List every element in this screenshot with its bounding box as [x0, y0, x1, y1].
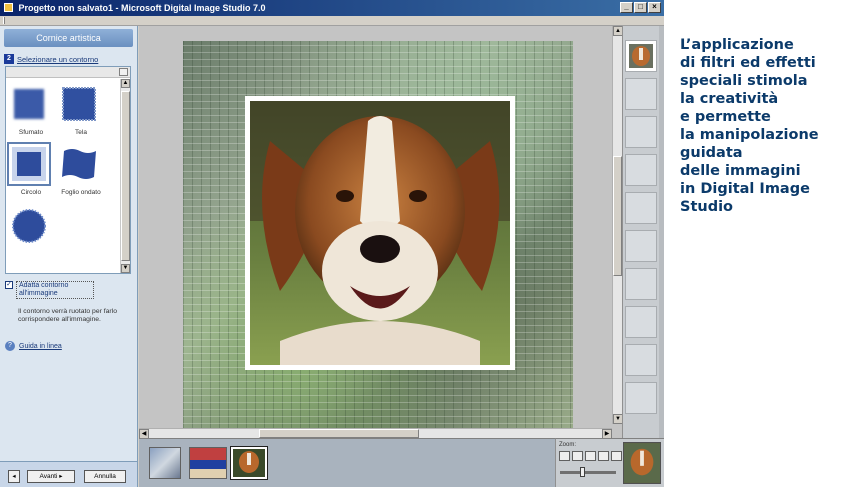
- image-canvas[interactable]: ▲ ▼ ◀ ▶: [139, 26, 623, 439]
- empty-slot[interactable]: [625, 268, 657, 300]
- zoom-fit-icon[interactable]: [559, 451, 570, 461]
- zoom-actual-icon[interactable]: [611, 451, 622, 461]
- menu-bar: [0, 16, 664, 26]
- canvas-edge-icon: [62, 87, 96, 121]
- film-thumbnail[interactable]: [189, 447, 227, 479]
- step-label[interactable]: Selezionare un contorno: [17, 55, 98, 64]
- help-icon: ?: [5, 341, 15, 351]
- caption-line: e permette: [680, 109, 771, 125]
- zoom-width-icon[interactable]: [598, 451, 609, 461]
- fit-edge-checkbox[interactable]: ✓: [5, 281, 13, 289]
- edge-shape-list[interactable]: Sfumato Tela Circolo Foglio ondato ▲ ▼: [5, 66, 131, 274]
- starburst-edge-icon: [12, 209, 46, 243]
- cancel-button[interactable]: Annulla: [84, 470, 126, 483]
- task-panel: Cornice artistica 2 Selezionare un conto…: [0, 26, 138, 487]
- film-thumbnail-selected[interactable]: [230, 446, 268, 480]
- shape-option-starburst[interactable]: [10, 207, 52, 259]
- shape-option-foglio-ondato[interactable]: Foglio ondato: [60, 145, 102, 197]
- canvas-vertical-scrollbar[interactable]: ▲ ▼: [612, 26, 623, 424]
- task-panel-header: Cornice artistica: [4, 29, 133, 47]
- framed-image[interactable]: [183, 41, 573, 431]
- object-strip-scrollbar[interactable]: [659, 26, 664, 438]
- shape-label: Circolo: [20, 189, 42, 196]
- empty-slot[interactable]: [625, 78, 657, 110]
- dog-thumbnail-icon: [624, 443, 660, 483]
- zoom-label: Zoom:: [559, 442, 577, 448]
- blur-edge-icon: [14, 89, 44, 119]
- zoom-slider-knob[interactable]: [580, 467, 585, 477]
- object-thumbnail[interactable]: [625, 40, 657, 72]
- toolbar-grip-icon[interactable]: [3, 17, 5, 24]
- maximize-button[interactable]: □: [634, 2, 647, 13]
- minimize-button[interactable]: _: [620, 2, 633, 13]
- basset-hound-photo: [250, 101, 510, 365]
- empty-slot[interactable]: [625, 154, 657, 186]
- dog-thumbnail-icon: [629, 44, 653, 68]
- empty-slot[interactable]: [625, 306, 657, 338]
- help-label[interactable]: Guida in linea: [19, 343, 62, 350]
- zoom-preview[interactable]: [623, 442, 661, 484]
- step-number-badge: 2: [4, 54, 14, 64]
- caption-line: in Digital Image: [680, 181, 810, 197]
- zoom-in-icon[interactable]: [572, 451, 583, 461]
- help-link[interactable]: ? Guida in linea: [5, 341, 62, 351]
- scroll-thumb[interactable]: [121, 91, 130, 261]
- shape-option-tela[interactable]: Tela: [60, 85, 102, 137]
- next-button[interactable]: Avanti ▸: [27, 470, 75, 483]
- shape-label: Tela: [75, 129, 87, 136]
- photo-inner-border: [245, 96, 515, 370]
- shape-option-sfumato[interactable]: Sfumato: [10, 85, 52, 137]
- caption-line: delle immagini: [680, 163, 801, 179]
- shape-option-circolo[interactable]: Circolo: [7, 142, 52, 197]
- title-bar[interactable]: Progetto non salvato1 - Microsoft Digita…: [0, 0, 664, 16]
- empty-slot[interactable]: [625, 382, 657, 414]
- list-view-icon[interactable]: [119, 68, 128, 76]
- caption-line: L’applicazione: [680, 37, 794, 53]
- scroll-up-arrow-icon[interactable]: ▲: [121, 79, 130, 88]
- canvas-horizontal-scrollbar[interactable]: ◀ ▶: [139, 428, 612, 439]
- zoom-slider[interactable]: [560, 467, 616, 477]
- task-panel-footer: ◂ Avanti ▸ Annulla: [0, 461, 137, 487]
- circle-edge-icon: [7, 142, 51, 186]
- dog-thumbnail-icon: [233, 449, 265, 477]
- back-button[interactable]: ◂: [8, 470, 20, 483]
- caption-line: la creatività: [680, 91, 779, 107]
- fit-edge-option[interactable]: ✓ Adatta contorno all'immagine: [5, 281, 94, 299]
- step-row: 2 Selezionare un contorno: [4, 54, 98, 64]
- scroll-thumb[interactable]: [613, 156, 622, 276]
- scroll-thumb[interactable]: [259, 429, 419, 438]
- shape-list-toolbar: [6, 67, 130, 78]
- app-icon: [4, 3, 13, 12]
- caption-line: speciali stimola: [680, 73, 808, 89]
- caption-line: Studio: [680, 199, 734, 215]
- caption-line: di filtri ed effetti: [680, 55, 816, 71]
- app-window: Progetto non salvato1 - Microsoft Digita…: [0, 0, 664, 487]
- empty-slot[interactable]: [625, 192, 657, 224]
- wavy-sheet-icon: [62, 149, 96, 179]
- close-button[interactable]: ×: [648, 2, 661, 13]
- caption-line: la manipolazione: [680, 127, 819, 143]
- article-caption: L’applicazione di filtri ed effetti spec…: [680, 36, 860, 216]
- filmstrip: [139, 438, 555, 487]
- info-text: Il contorno verrà ruotato per farlo corr…: [18, 308, 117, 323]
- shape-list-scrollbar[interactable]: ▲ ▼: [120, 79, 130, 273]
- empty-slot[interactable]: [625, 344, 657, 376]
- zoom-panel: Zoom:: [555, 438, 664, 487]
- shape-label: Sfumato: [18, 129, 44, 136]
- film-thumbnail[interactable]: [149, 447, 181, 479]
- fit-edge-label[interactable]: Adatta contorno all'immagine: [16, 281, 94, 299]
- object-strip: [622, 26, 664, 438]
- empty-slot[interactable]: [625, 116, 657, 148]
- caption-line: guidata: [680, 145, 743, 161]
- zoom-out-icon[interactable]: [585, 451, 596, 461]
- shape-label: Foglio ondato: [61, 189, 101, 196]
- window-title: Progetto non salvato1 - Microsoft Digita…: [18, 3, 266, 13]
- scroll-down-arrow-icon[interactable]: ▼: [121, 264, 130, 273]
- empty-slot[interactable]: [625, 230, 657, 262]
